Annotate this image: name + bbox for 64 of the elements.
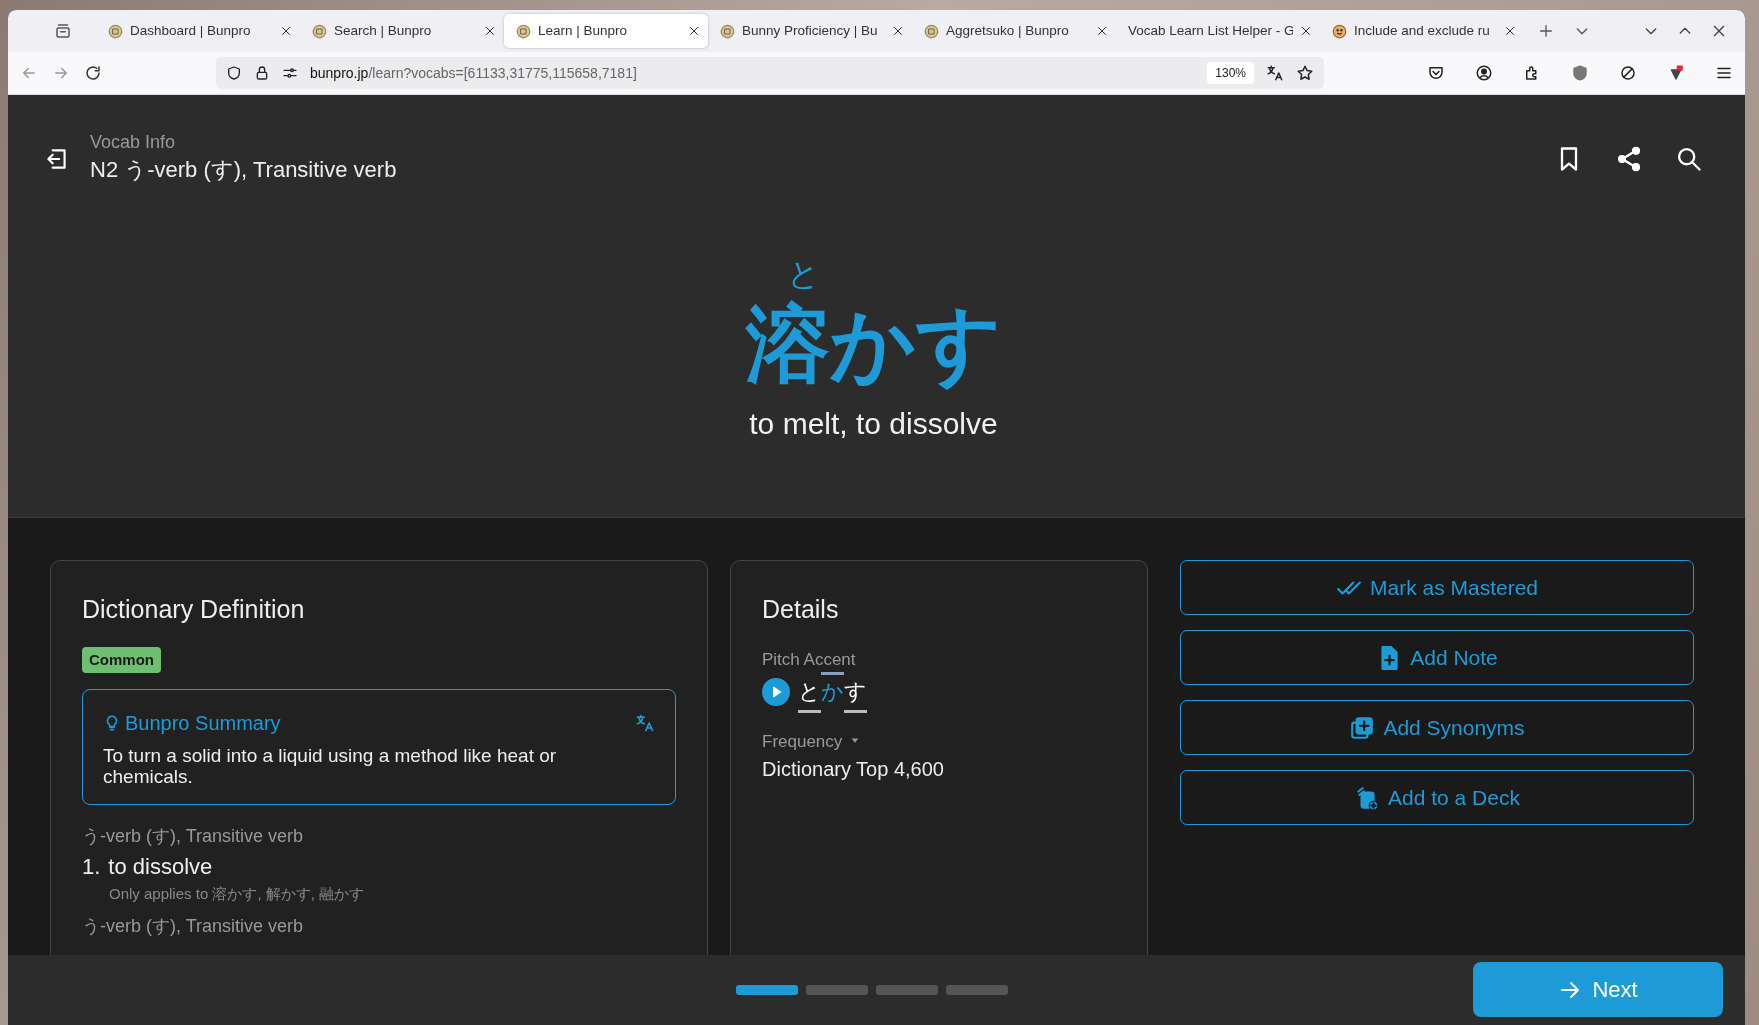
action-button[interactable]: Mark as Mastered bbox=[1180, 560, 1694, 615]
action-button[interactable]: Add Note bbox=[1180, 630, 1694, 685]
word-meaning: to melt, to dissolve bbox=[749, 407, 998, 440]
site-logo-icon bbox=[924, 23, 939, 39]
page-subtitle: Vocab Info bbox=[90, 133, 177, 153]
account-icon[interactable] bbox=[1475, 64, 1493, 82]
close-icon[interactable] bbox=[1096, 25, 1108, 37]
new-tab-icon[interactable] bbox=[1538, 23, 1554, 39]
close-icon[interactable] bbox=[484, 25, 496, 37]
part-of-speech: う-verb (す), Transitive verb bbox=[82, 824, 305, 848]
page-title: N2 う-verb (す), Transitive verb bbox=[90, 155, 397, 184]
site-logo-icon bbox=[312, 23, 327, 39]
card-title: Dictionary Definition bbox=[82, 594, 306, 625]
zoom-level[interactable]: 130% bbox=[1207, 62, 1254, 84]
browser-tab[interactable]: Bunny Proficiency | Bu bbox=[708, 14, 912, 48]
star-icon[interactable] bbox=[1296, 64, 1314, 82]
reload-icon[interactable] bbox=[84, 64, 102, 82]
sense-number: 1. bbox=[82, 852, 101, 881]
sense-meaning: to dissolve bbox=[108, 852, 213, 881]
cards-plus-icon bbox=[1354, 784, 1381, 811]
shield-icon[interactable] bbox=[1571, 64, 1589, 82]
part-of-speech: う-verb (す), Transitive verb bbox=[82, 915, 305, 939]
site-logo-icon bbox=[720, 23, 735, 39]
vocab-word: 溶かす bbox=[745, 296, 1002, 391]
play-icon[interactable] bbox=[762, 678, 790, 707]
action-button[interactable]: Add Synonyms bbox=[1180, 700, 1694, 755]
sense-note: Only applies to 溶かす, 解かす, 融かす bbox=[108, 883, 366, 904]
face-icon bbox=[1332, 23, 1347, 39]
frequency-value: Dictionary Top 4,600 bbox=[762, 757, 945, 783]
pocket-icon[interactable] bbox=[1427, 64, 1445, 82]
close-icon[interactable] bbox=[892, 25, 904, 37]
field-label: Pitch Accent bbox=[762, 648, 857, 671]
browser-tab[interactable]: Aggretsuko | Bunpro bbox=[912, 14, 1116, 48]
close-icon[interactable] bbox=[1504, 25, 1516, 37]
search-icon[interactable] bbox=[1675, 145, 1703, 174]
browser-tab[interactable]: Dashboard | Bunpro bbox=[96, 14, 300, 48]
pitch-accent-word: と かす bbox=[798, 672, 867, 713]
browser-tab[interactable]: Vocab Learn List Helper - G bbox=[1116, 14, 1320, 48]
summary-text: To turn a solid into a liquid using a method like heat or chemicals. bbox=[103, 746, 558, 788]
lock-icon bbox=[254, 65, 270, 81]
site-logo-icon bbox=[108, 23, 123, 39]
browser-tab[interactable]: Include and exclude ru bbox=[1320, 14, 1524, 48]
summary-title: Bunpro Summary bbox=[125, 711, 281, 736]
common-tag: Common bbox=[82, 646, 161, 673]
browser-tab[interactable]: Search | Bunpro bbox=[300, 14, 504, 48]
card-title: Details bbox=[762, 594, 840, 625]
close-icon[interactable] bbox=[688, 25, 700, 37]
sliders-icon bbox=[282, 65, 298, 81]
site-logo-icon bbox=[516, 23, 531, 39]
url-text: bunpro.jp/learn?vocabs=[61133,31775,115658,7181] bbox=[310, 63, 637, 83]
shield-icon bbox=[226, 65, 242, 81]
browser-tab[interactable]: Learn | Bunpro bbox=[504, 14, 708, 48]
translate-icon[interactable] bbox=[1266, 64, 1284, 82]
address-bar[interactable]: bunpro.jp/learn?vocabs=[61133,31775,115658,7181] 130% bbox=[216, 57, 1324, 89]
close-icon[interactable] bbox=[1711, 23, 1727, 39]
close-icon[interactable] bbox=[280, 25, 292, 37]
furigana-text: と bbox=[787, 255, 820, 292]
close-icon[interactable] bbox=[1300, 25, 1312, 37]
share-icon[interactable] bbox=[1615, 145, 1643, 174]
tab-list-icon[interactable] bbox=[54, 22, 72, 40]
blocked-icon[interactable] bbox=[1619, 64, 1637, 82]
stacked-plus-icon bbox=[1349, 714, 1376, 741]
field-label: Frequency bbox=[762, 730, 843, 753]
action-button[interactable]: Add to a Deck bbox=[1180, 770, 1694, 825]
